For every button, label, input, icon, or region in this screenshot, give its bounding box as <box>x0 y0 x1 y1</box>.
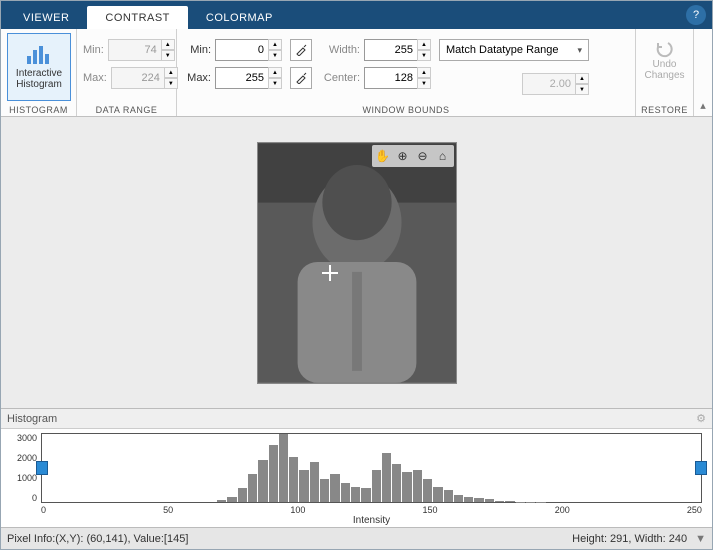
undo-changes-button[interactable]: UndoChanges <box>644 39 684 81</box>
data-max-field <box>111 67 165 89</box>
range-mode-dropdown[interactable]: Match Datatype Range <box>439 39 589 61</box>
panel-options-icon[interactable]: ⚙ <box>696 412 706 425</box>
section-label-histogram: HISTOGRAM <box>1 105 76 115</box>
section-label-datarange: DATA RANGE <box>77 105 176 115</box>
eyedropper-min-button[interactable] <box>290 39 312 61</box>
win-max-field[interactable] <box>215 67 269 89</box>
win-center-field[interactable] <box>364 67 418 89</box>
spin-down: ▼ <box>161 50 175 61</box>
image-dims: Height: 291, Width: 240 <box>572 533 687 545</box>
win-width-field[interactable] <box>364 39 418 61</box>
data-min-label: Min: <box>83 44 104 56</box>
histogram-max-handle[interactable] <box>695 461 707 475</box>
collapse-status-icon[interactable]: ▼ <box>695 533 706 545</box>
eyedropper-icon <box>295 72 307 84</box>
zoom-in-icon[interactable]: ⊕ <box>394 147 412 165</box>
interactive-histogram-button[interactable]: Interactive Histogram <box>7 33 71 101</box>
tab-contrast[interactable]: CONTRAST <box>87 6 188 29</box>
win-center-label: Center: <box>320 72 360 84</box>
collapse-toolstrip-button[interactable]: ▴ <box>694 29 712 116</box>
histogram-xlabel: Intensity <box>41 515 702 526</box>
win-min-field[interactable] <box>215 39 269 61</box>
histogram-icon <box>25 44 53 66</box>
spin-up: ▲ <box>161 39 175 50</box>
tab-viewer[interactable]: VIEWER <box>5 6 87 29</box>
gamma-field <box>522 73 576 95</box>
histogram-min-handle[interactable] <box>36 461 48 475</box>
home-icon[interactable]: ⌂ <box>434 147 452 165</box>
win-min-down[interactable]: ▼ <box>268 50 282 61</box>
histogram-panel-title: Histogram <box>7 413 57 425</box>
tab-colormap[interactable]: COLORMAP <box>188 6 291 29</box>
section-label-windowbounds: WINDOW BOUNDS <box>177 105 635 115</box>
eyedropper-icon <box>295 44 307 56</box>
histogram-xaxis: 050100150200250 <box>41 505 702 515</box>
zoom-out-icon[interactable]: ⊖ <box>414 147 432 165</box>
data-min-field <box>108 39 162 61</box>
section-label-restore: RESTORE <box>636 105 693 115</box>
histogram-yaxis: 3000200010000 <box>5 433 37 503</box>
histogram-plot[interactable] <box>41 433 702 503</box>
image-canvas[interactable]: ✋ ⊕ ⊖ ⌂ <box>1 117 712 408</box>
win-width-label: Width: <box>320 44 360 56</box>
win-max-label: Max: <box>183 72 211 84</box>
pixel-info: Pixel Info:(X,Y): (60,141), Value:[145] <box>7 533 188 545</box>
win-min-up[interactable]: ▲ <box>268 39 282 50</box>
data-max-label: Max: <box>83 72 107 84</box>
pan-icon[interactable]: ✋ <box>374 147 392 165</box>
win-min-label: Min: <box>183 44 211 56</box>
undo-icon <box>654 39 676 59</box>
eyedropper-max-button[interactable] <box>290 67 312 89</box>
image-content <box>258 143 456 383</box>
help-icon[interactable]: ? <box>686 5 706 25</box>
